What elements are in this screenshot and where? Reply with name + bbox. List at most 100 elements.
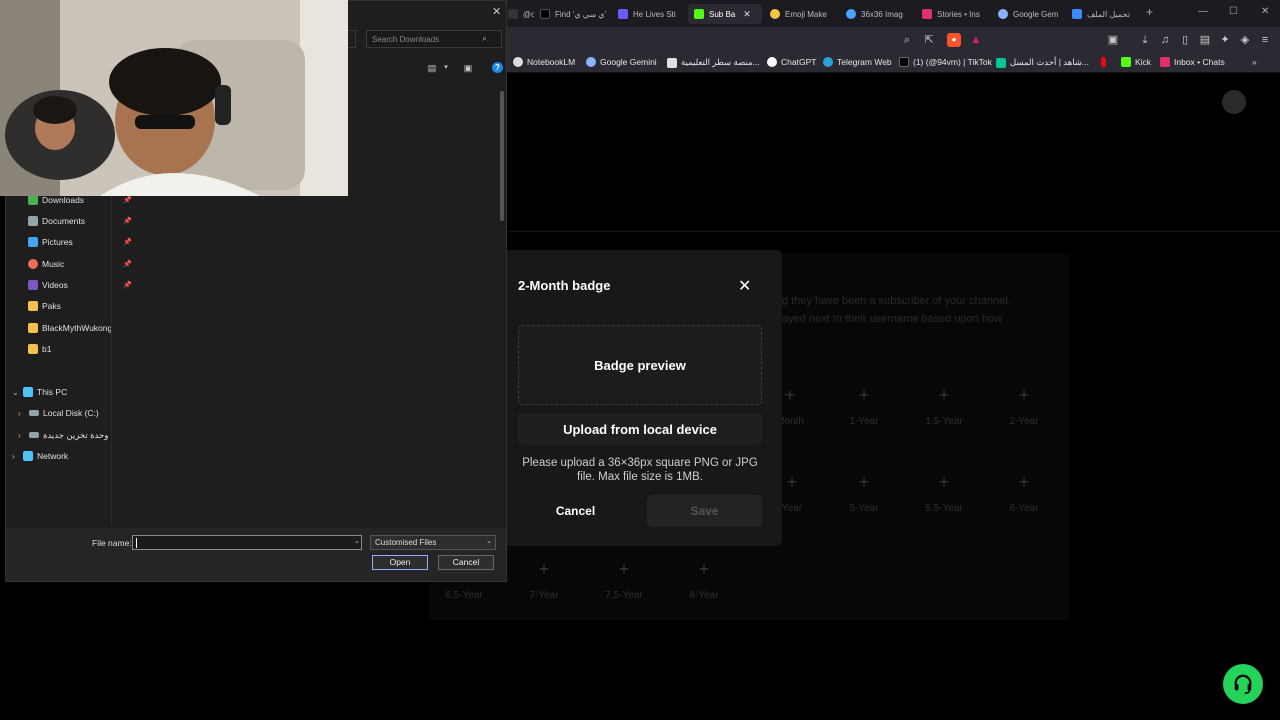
- new-tab-button[interactable]: +: [1146, 5, 1153, 19]
- badge-slot[interactable]: +5-Year: [834, 473, 894, 514]
- tab[interactable]: He Lives Sti: [618, 4, 678, 24]
- tree-item-local-disk[interactable]: › Local Disk (C:): [18, 405, 126, 421]
- view-options-icon[interactable]: ▤: [426, 62, 438, 74]
- pin-icon: 📌: [123, 282, 132, 289]
- plus-icon: +: [1018, 472, 1030, 492]
- network-icon: [23, 451, 33, 461]
- nav-item-paks[interactable]: Paks: [28, 298, 136, 314]
- support-chat-button[interactable]: [1223, 664, 1263, 704]
- tab-active[interactable]: Sub Ba ✕: [688, 4, 762, 24]
- plus-icon: +: [618, 559, 630, 579]
- ai-icon[interactable]: ✦: [1218, 33, 1232, 47]
- bookmark-gemini[interactable]: Google Gemini: [586, 57, 657, 67]
- zoom-icon[interactable]: ⌕: [900, 33, 914, 47]
- rewards-icon[interactable]: ▲: [969, 33, 983, 47]
- badge-slot[interactable]: +8-Year: [674, 560, 734, 601]
- cancel-button[interactable]: Cancel: [518, 495, 633, 527]
- badge-slot[interactable]: +6-Year: [994, 473, 1054, 514]
- badge-slot[interactable]: +5.5-Year: [914, 473, 974, 514]
- bookmark-telegram[interactable]: Telegram Web: [823, 57, 892, 67]
- nav-item-b1[interactable]: b1: [28, 341, 136, 357]
- tab[interactable]: تحميل الملف: [1072, 4, 1138, 24]
- sidebar-icon[interactable]: ▣: [1106, 33, 1120, 47]
- chevron-down-icon[interactable]: ⌄: [12, 388, 20, 397]
- tree-item-new-volume[interactable]: › وحدة تخزين جديدة: [18, 427, 126, 443]
- folder-icon: [28, 344, 38, 354]
- kick-icon: [694, 9, 704, 19]
- chatgpt-icon: [767, 57, 777, 67]
- nav-item-pictures[interactable]: Pictures 📌: [28, 234, 136, 250]
- help-icon[interactable]: ?: [492, 62, 503, 73]
- badge-slot[interactable]: +1-Year: [834, 386, 894, 427]
- menu-icon[interactable]: ≡: [1258, 33, 1272, 47]
- emoji-icon: [770, 9, 780, 19]
- tab[interactable]: 36x36 Imag: [846, 4, 908, 24]
- bookmark-chatgpt[interactable]: ChatGPT: [767, 57, 816, 67]
- badge-slot[interactable]: +2-Year: [994, 386, 1054, 427]
- badge-preview: Badge preview: [518, 325, 762, 405]
- scrollbar[interactable]: [500, 91, 504, 221]
- music-icon[interactable]: ♫: [1158, 33, 1172, 47]
- bookmark-shahid[interactable]: شاهد | أحدث المسل...: [996, 57, 1089, 68]
- notebooklm-icon: [513, 57, 523, 67]
- tab[interactable]: Emoji Make: [770, 4, 832, 24]
- close-window-icon[interactable]: ✕: [1261, 6, 1269, 17]
- search-icon[interactable]: ⌕: [482, 33, 487, 44]
- chevron-right-icon[interactable]: ›: [18, 409, 26, 418]
- more-bookmarks-icon[interactable]: »: [1252, 57, 1257, 67]
- vpn-icon[interactable]: ◈: [1238, 33, 1252, 47]
- tab-close-icon[interactable]: ✕: [743, 9, 751, 20]
- computer-icon: [23, 387, 33, 397]
- nav-item-documents[interactable]: Documents 📌: [28, 213, 136, 229]
- tab[interactable]: Find 'ي سي ي': [540, 4, 610, 24]
- chevron-down-icon[interactable]: ⌄: [486, 537, 492, 545]
- download-icon[interactable]: ⤓: [1138, 33, 1152, 47]
- open-button[interactable]: Open: [372, 555, 428, 570]
- brave-shield-icon[interactable]: ●: [947, 33, 961, 47]
- tree-item-this-pc[interactable]: ⌄ This PC: [12, 384, 120, 400]
- file-name-input[interactable]: [132, 535, 362, 550]
- tree-item-network[interactable]: › Network: [12, 448, 120, 464]
- close-icon[interactable]: ✕: [492, 5, 501, 18]
- bookmark-tiktok[interactable]: (1) (@94vm) | TikTok: [899, 57, 992, 67]
- preview-pane-icon[interactable]: ▣: [462, 62, 474, 74]
- badge-preview-label: Badge preview: [594, 357, 686, 373]
- bookmark-netflix[interactable]: [1101, 57, 1110, 67]
- pin-icon: 📌: [123, 197, 132, 204]
- chevron-down-icon[interactable]: ▾: [440, 62, 452, 74]
- badge-slot[interactable]: +7.5-Year: [594, 560, 654, 601]
- file-type-select[interactable]: Customised Files: [370, 535, 496, 550]
- tab[interactable]: @oli: [508, 4, 534, 24]
- save-button: Save: [647, 495, 762, 527]
- panel-icon[interactable]: ▯: [1178, 33, 1192, 47]
- nav-item-blackmythwukong[interactable]: BlackMythWukong: [28, 320, 136, 336]
- upload-button[interactable]: Upload from local device: [518, 413, 762, 445]
- chevron-right-icon[interactable]: ›: [18, 431, 26, 440]
- maximize-icon[interactable]: ☐: [1229, 6, 1238, 17]
- cancel-button[interactable]: Cancel: [438, 555, 494, 570]
- satr-icon: [667, 57, 677, 68]
- bookmark-instagram[interactable]: Inbox • Chats: [1160, 57, 1225, 67]
- plus-icon: +: [938, 472, 950, 492]
- plus-icon: +: [1018, 385, 1030, 405]
- plus-icon: +: [858, 385, 870, 405]
- folder-icon: [28, 301, 38, 311]
- nav-item-videos[interactable]: Videos 📌: [28, 277, 136, 293]
- share-icon[interactable]: ⇱: [922, 33, 936, 47]
- avatar[interactable]: [1222, 90, 1246, 114]
- chevron-down-icon[interactable]: ⌄: [354, 537, 360, 545]
- wallet-icon[interactable]: ▤: [1198, 33, 1212, 47]
- bookmark-satr[interactable]: منصة سطر التعليمية...: [667, 57, 760, 68]
- badge-slot[interactable]: +7-Year: [514, 560, 574, 601]
- bookmark-kick[interactable]: Kick: [1121, 57, 1151, 67]
- badge-slot[interactable]: +1.5-Year: [914, 386, 974, 427]
- tiktok-icon: [899, 57, 909, 67]
- bookmark-notebooklm[interactable]: NotebookLM: [513, 57, 575, 67]
- close-icon[interactable]: ✕: [738, 276, 751, 296]
- tab[interactable]: Stories • Ins: [922, 4, 982, 24]
- chevron-right-icon[interactable]: ›: [12, 452, 20, 461]
- gemini-icon: [998, 9, 1008, 19]
- tab[interactable]: Google Gem: [998, 4, 1058, 24]
- minimize-icon[interactable]: —: [1198, 6, 1208, 17]
- nav-item-music[interactable]: Music 📌: [28, 256, 136, 272]
